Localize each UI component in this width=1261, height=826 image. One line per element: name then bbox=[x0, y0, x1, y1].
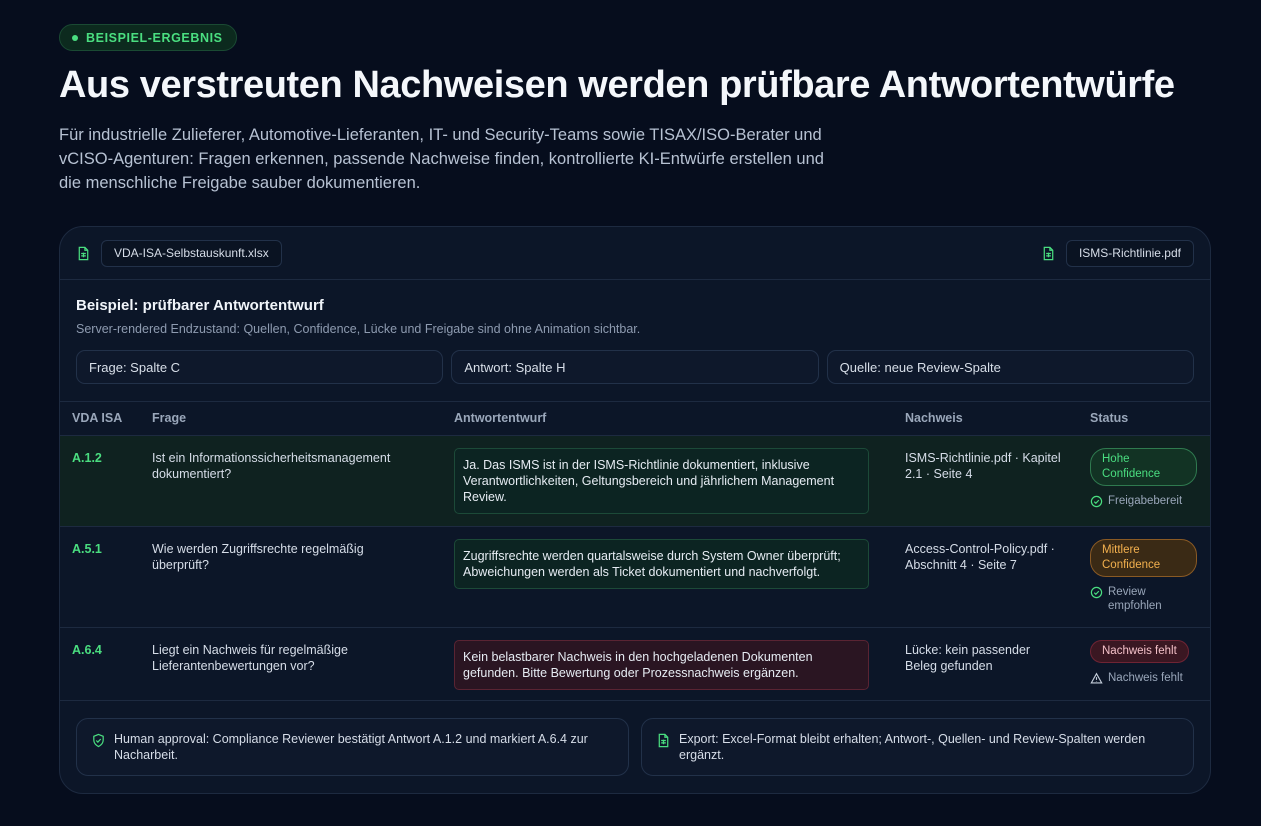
header-antwortentwurf: Antwortentwurf bbox=[454, 411, 547, 426]
file-chip-xlsx[interactable]: VDA-ISA-Selbstauskunft.xlsx bbox=[101, 239, 282, 267]
answers-table: VDA ISA Frage Antwortentwurf Nachweis St… bbox=[60, 402, 1210, 702]
table-row[interactable]: A.5.1 Wie werden Zugriffsrechte regelmäß… bbox=[60, 526, 1210, 627]
column-mapping: Frage: Spalte C Antwort: Spalte H Quelle… bbox=[76, 350, 1194, 384]
table-row[interactable]: A.6.4 Liegt ein Nachweis für regelmäßige… bbox=[60, 627, 1210, 702]
check-circle-icon bbox=[1090, 586, 1103, 598]
file-bar: VDA-ISA-Selbstauskunft.xlsx ISMS-Richtli… bbox=[60, 227, 1210, 280]
table-row[interactable]: A.1.2 Ist ein Informationssicherheitsman… bbox=[60, 435, 1210, 526]
row-evidence: ISMS-Richtlinie.pdf · Kapitel 2.1 · Seit… bbox=[905, 450, 1061, 481]
shield-check-icon bbox=[93, 733, 104, 748]
file-spreadsheet-icon bbox=[658, 733, 669, 748]
status-badge: Hohe Confidence bbox=[1090, 447, 1197, 486]
row-code: A.1.2 bbox=[72, 450, 102, 465]
example-card: VDA-ISA-Selbstauskunft.xlsx ISMS-Richtli… bbox=[59, 226, 1211, 794]
row-answer: Ja. Das ISMS ist in der ISMS-Richtlinie … bbox=[442, 435, 893, 526]
result-badge: BEISPIEL-ERGEBNIS bbox=[59, 24, 237, 51]
row-code: A.5.1 bbox=[72, 541, 102, 556]
status-note: Freigabebereit bbox=[1090, 494, 1210, 508]
status-badge: Mittlere Confidence bbox=[1090, 538, 1197, 577]
column-chip-question: Frage: Spalte C bbox=[76, 350, 444, 384]
row-answer: Zugriffsrechte werden quartalsweise durc… bbox=[442, 526, 893, 627]
column-chip-answer: Antwort: Spalte H bbox=[451, 350, 819, 384]
status-badge: Nachweis fehlt bbox=[1090, 639, 1189, 663]
file-spreadsheet-icon bbox=[1043, 246, 1054, 260]
footer-panel: Human approval: Compliance Reviewer best… bbox=[60, 700, 1210, 793]
example-subtitle: Server-rendered Endzustand: Quellen, Con… bbox=[76, 322, 641, 336]
row-status: Nachweis fehlt Nachweis fehlt bbox=[1078, 627, 1210, 702]
check-circle-icon bbox=[1090, 495, 1103, 507]
row-question: Liegt ein Nachweis für regelmäßige Liefe… bbox=[152, 642, 348, 673]
approval-text: Human approval: Compliance Reviewer best… bbox=[114, 732, 588, 762]
row-evidence: Access-Control-Policy.pdf · Abschnitt 4 … bbox=[905, 541, 1055, 572]
approval-box: Human approval: Compliance Reviewer best… bbox=[76, 718, 629, 776]
header-vda-isa: VDA ISA bbox=[72, 411, 123, 426]
header-status: Status bbox=[1090, 411, 1129, 426]
warning-triangle-icon bbox=[1090, 672, 1103, 684]
column-chip-source: Quelle: neue Review-Spalte bbox=[826, 350, 1194, 384]
row-status: Hohe Confidence Freigabebereit bbox=[1078, 435, 1210, 526]
table-header-row: VDA ISA Frage Antwortentwurf Nachweis St… bbox=[60, 402, 1210, 435]
row-code: A.6.4 bbox=[72, 642, 102, 657]
example-title: Beispiel: prüfbarer Antwortentwurf bbox=[76, 297, 324, 314]
export-text: Export: Excel-Format bleibt erhalten; An… bbox=[679, 732, 1146, 762]
row-status: Mittlere Confidence Review empfohlen bbox=[1078, 526, 1210, 627]
header-nachweis: Nachweis bbox=[905, 411, 963, 426]
file-left: VDA-ISA-Selbstauskunft.xlsx bbox=[76, 239, 282, 267]
file-right: ISMS-Richtlinie.pdf bbox=[1041, 239, 1194, 267]
status-note: Nachweis fehlt bbox=[1090, 671, 1210, 685]
export-box: Export: Excel-Format bleibt erhalten; An… bbox=[641, 718, 1194, 776]
example-intro: Beispiel: prüfbarer Antwortentwurf Serve… bbox=[60, 280, 1210, 402]
header-frage: Frage bbox=[152, 411, 187, 426]
file-spreadsheet-icon bbox=[78, 246, 89, 260]
badge-dot-icon bbox=[72, 34, 78, 41]
row-evidence: Lücke: kein passender Beleg gefunden bbox=[905, 642, 1031, 673]
row-answer: Kein belastbarer Nachweis in den hochgel… bbox=[442, 627, 893, 702]
row-question: Ist ein Informationssicherheitsmanagemen… bbox=[152, 450, 391, 481]
file-chip-pdf[interactable]: ISMS-Richtlinie.pdf bbox=[1065, 239, 1194, 267]
row-question: Wie werden Zugriffsrechte regelmäßig übe… bbox=[152, 541, 364, 572]
intro-text: Für industrielle Zulieferer, Automotive-… bbox=[59, 126, 824, 192]
badge-label: BEISPIEL-ERGEBNIS bbox=[86, 30, 223, 45]
page-title: Aus verstreuten Nachweisen werden prüfba… bbox=[59, 64, 1175, 106]
status-note: Review empfohlen bbox=[1090, 585, 1210, 613]
